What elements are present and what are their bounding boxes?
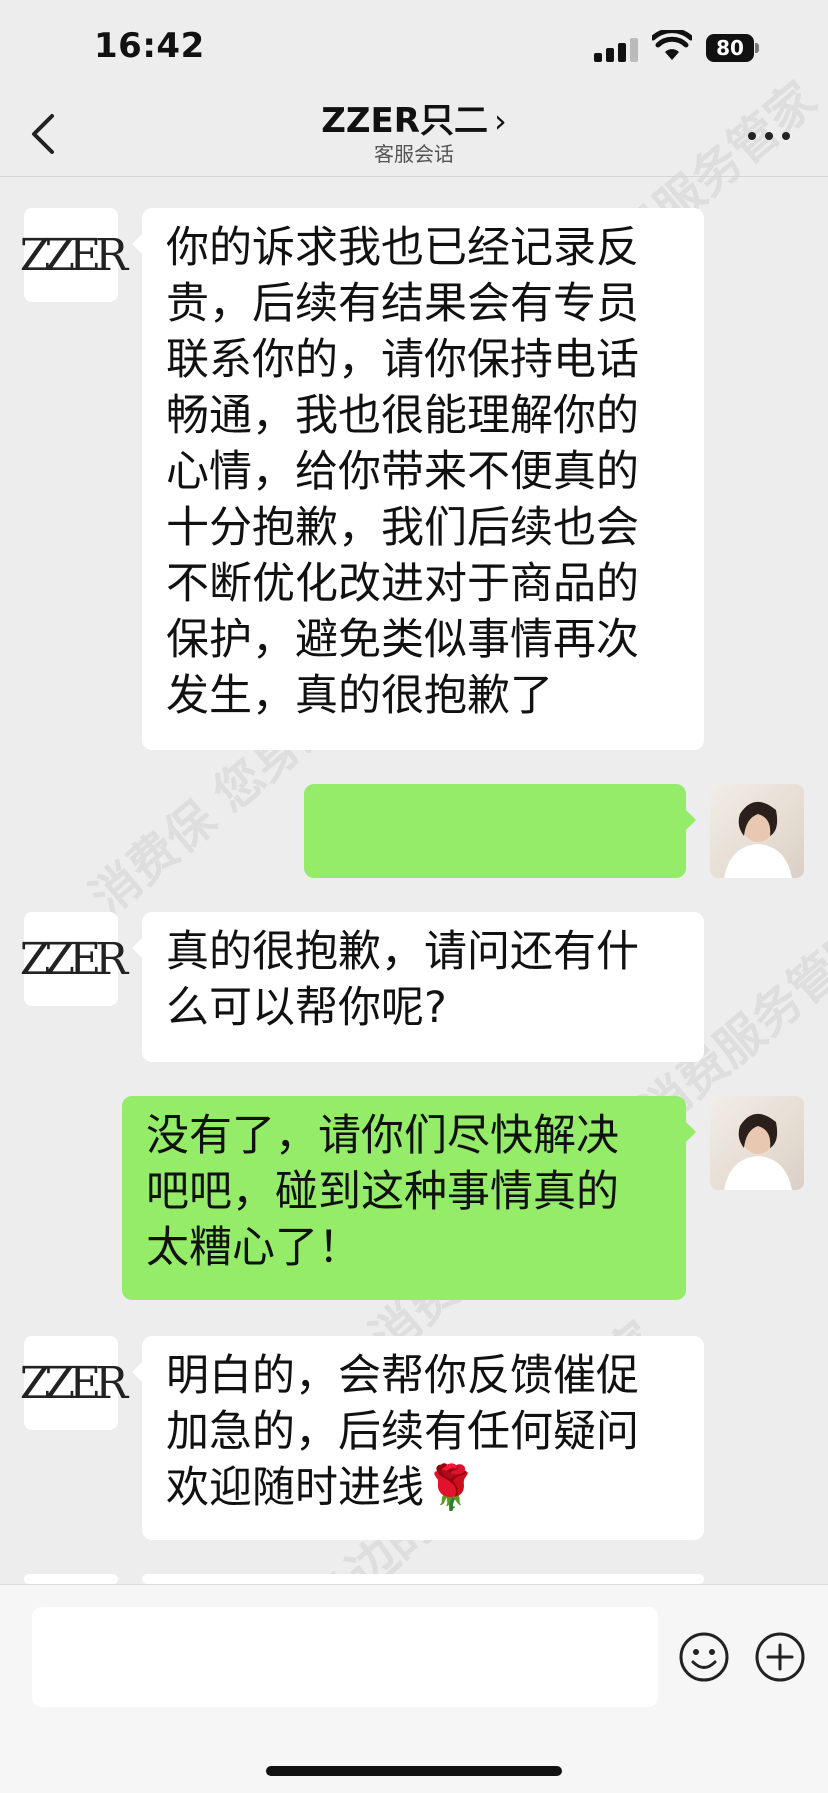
chevron-right-icon: › <box>493 102 507 140</box>
contact-avatar[interactable]: ZZER <box>20 208 128 302</box>
person-photo-icon <box>724 1113 792 1190</box>
status-bar: 16:42 80 <box>0 0 828 96</box>
home-indicator[interactable] <box>266 1766 562 1776</box>
message-input[interactable] <box>32 1607 658 1707</box>
battery-icon: 80 <box>706 34 760 62</box>
message-bubble-partial <box>132 1574 704 1620</box>
message-bubble[interactable]: 没有了，请你们尽快解决 吧吧，碰到这种事情真的 太糟心了！ <box>122 1096 696 1300</box>
battery-level: 80 <box>706 34 754 62</box>
contact-avatar <box>24 1574 118 1584</box>
nav-bar: ZZER只二 › 客服会话 <box>0 96 828 177</box>
person-photo-icon <box>724 801 792 878</box>
wifi-icon <box>652 30 692 60</box>
status-time: 16:42 <box>94 26 205 66</box>
contact-avatar[interactable]: ZZER <box>20 1336 128 1430</box>
message-bubble[interactable]: 明白的，会帮你反馈催促 加急的，后续有任何疑问 欢迎随时进线🌹 <box>132 1336 704 1540</box>
plus-circle-icon[interactable] <box>754 1631 806 1683</box>
nav-title-area[interactable]: ZZER只二 › 客服会话 <box>0 96 828 166</box>
page-title[interactable]: ZZER只二 › <box>0 100 828 142</box>
input-bar <box>0 1584 828 1793</box>
contact-name: ZZER只二 <box>321 101 488 141</box>
contact-avatar[interactable]: ZZER <box>20 912 128 1006</box>
message-bubble[interactable]: 真的很抱歉，请问还有什 么可以帮你呢? <box>132 912 704 1062</box>
user-avatar[interactable] <box>710 784 804 878</box>
message-bubble[interactable] <box>304 784 696 968</box>
signal-icon <box>594 36 638 62</box>
more-dots-icon[interactable] <box>744 118 794 158</box>
message-bubble[interactable]: 你的诉求我也已经记录反 贵，后续有结果会有专员 联系你的，请你保持电话 畅通，我… <box>132 208 704 750</box>
smiley-icon[interactable] <box>678 1631 730 1683</box>
user-avatar[interactable] <box>710 1096 804 1190</box>
page-subtitle: 客服会话 <box>374 142 454 166</box>
